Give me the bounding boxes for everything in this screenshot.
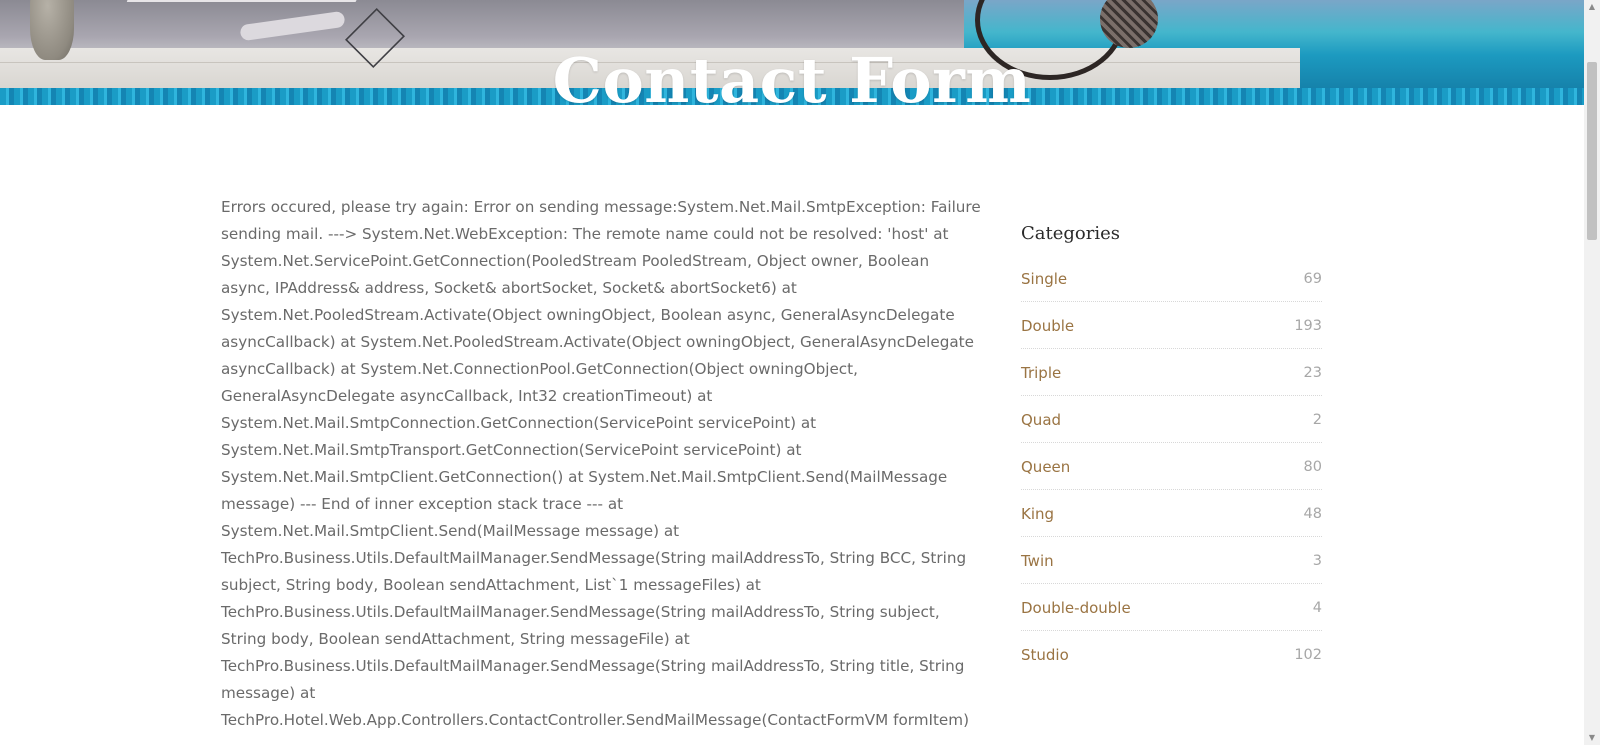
- category-count: 80: [1303, 458, 1322, 475]
- category-count: 102: [1294, 647, 1322, 663]
- page-title: Contact Form: [552, 43, 1032, 105]
- sidebar: Categories Single 69 Double 193 Triple 2…: [1021, 218, 1322, 678]
- category-item-double: Double 193: [1021, 302, 1322, 349]
- category-list: Single 69 Double 193 Triple 23 Quad 2 Qu…: [1021, 255, 1322, 678]
- scroll-down-arrow-icon[interactable]: ▼: [1584, 731, 1600, 745]
- category-item-single: Single 69: [1021, 255, 1322, 302]
- category-count: 48: [1303, 505, 1322, 522]
- category-count: 3: [1312, 552, 1322, 569]
- category-link[interactable]: Double: [1021, 317, 1074, 335]
- category-link[interactable]: King: [1021, 505, 1054, 523]
- category-count: 4: [1312, 599, 1322, 616]
- category-item-queen: Queen 80: [1021, 443, 1322, 490]
- category-item-studio: Studio 102: [1021, 631, 1322, 678]
- category-count: 69: [1303, 270, 1322, 287]
- page-viewport: Contact Form Errors occured, please try …: [0, 0, 1584, 745]
- vertical-scrollbar[interactable]: ▲ ▼: [1584, 0, 1600, 745]
- category-link[interactable]: Double-double: [1021, 599, 1131, 617]
- category-item-double-double: Double-double 4: [1021, 584, 1322, 631]
- category-count: 2: [1312, 411, 1322, 428]
- category-link[interactable]: Queen: [1021, 458, 1070, 476]
- main-content: Errors occured, please try again: Error …: [221, 194, 981, 734]
- sidebar-title: Categories: [1021, 223, 1120, 244]
- category-link[interactable]: Single: [1021, 270, 1067, 288]
- hero-banner: Contact Form: [0, 0, 1584, 105]
- category-count: 193: [1294, 317, 1322, 334]
- scrollbar-thumb[interactable]: [1587, 62, 1597, 240]
- category-link[interactable]: Studio: [1021, 646, 1069, 664]
- category-item-quad: Quad 2: [1021, 396, 1322, 443]
- category-item-twin: Twin 3: [1021, 537, 1322, 584]
- category-item-king: King 48: [1021, 490, 1322, 537]
- scroll-up-arrow-icon[interactable]: ▲: [1584, 0, 1600, 14]
- category-link[interactable]: Twin: [1021, 552, 1054, 570]
- category-link[interactable]: Triple: [1021, 364, 1061, 382]
- category-count: 23: [1303, 364, 1322, 381]
- category-link[interactable]: Quad: [1021, 411, 1061, 429]
- error-message: Errors occured, please try again: Error …: [221, 198, 981, 729]
- category-item-triple: Triple 23: [1021, 349, 1322, 396]
